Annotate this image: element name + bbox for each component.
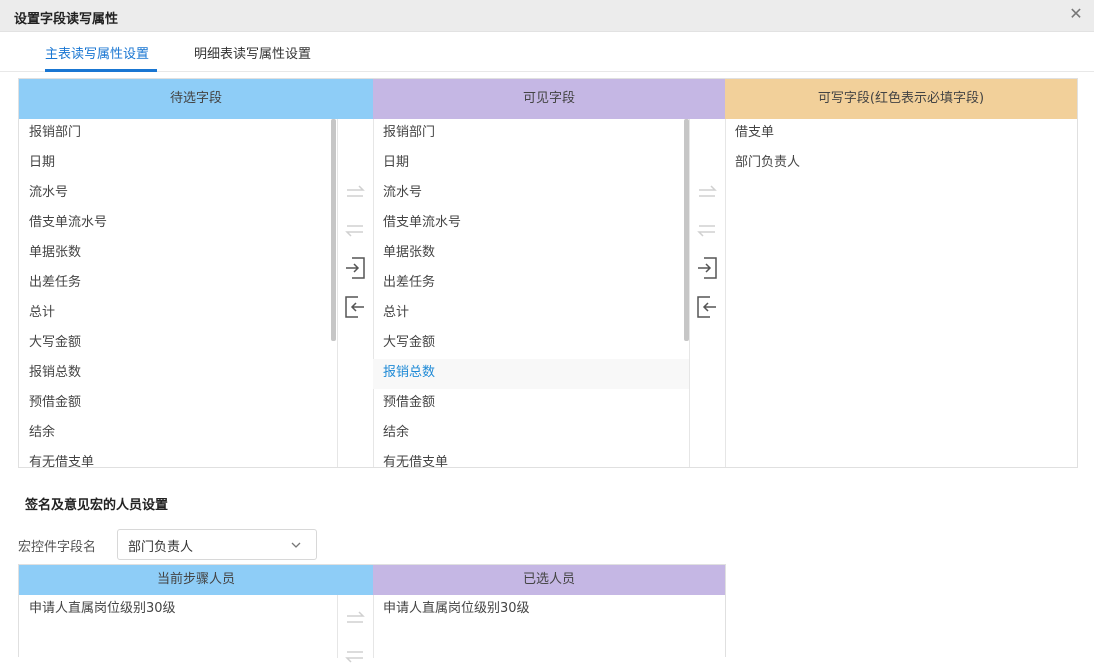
list-item[interactable]: 报销部门	[373, 119, 689, 149]
move-all-right-icon[interactable]	[343, 607, 367, 631]
dialog-titlebar: 设置字段读写属性 ✕	[0, 0, 1094, 32]
visible-fields-header: 可见字段	[373, 79, 725, 119]
visible-writable-transfer-buttons	[689, 119, 725, 467]
list-item[interactable]: 流水号	[19, 179, 337, 209]
fields-panel: 待选字段 可见字段 可写字段(红色表示必填字段) 报销部门 日期 流水号 借支单流水号…	[18, 78, 1078, 468]
current-step-people-list: 申请人直属岗位级别30级	[19, 595, 337, 658]
list-item[interactable]: 部门负责人	[725, 149, 1077, 179]
move-right-icon[interactable]	[343, 256, 367, 280]
list-item[interactable]: 日期	[373, 149, 689, 179]
move-left-icon[interactable]	[695, 295, 719, 319]
move-all-left-icon[interactable]	[695, 217, 719, 241]
move-all-left-icon[interactable]	[343, 217, 367, 241]
list-item[interactable]: 预借金额	[373, 389, 689, 419]
macro-field-value: 部门负责人	[128, 540, 194, 555]
close-icon[interactable]: ✕	[1066, 4, 1086, 24]
candidate-fields-list: 报销部门 日期 流水号 借支单流水号 单据张数 出差任务 总计 大写金额 报销总数 预借金额 结余有…	[19, 119, 337, 467]
list-item[interactable]: 出差任务	[373, 269, 689, 299]
writable-fields-header: 可写字段(红色表示必填字段)	[725, 79, 1077, 119]
list-item[interactable]: 申请人直属岗位级别30级	[373, 595, 725, 625]
tab-main-table[interactable]: 主表读写属性设置	[45, 43, 149, 62]
move-left-icon[interactable]	[343, 295, 367, 319]
list-item[interactable]: 日期	[19, 149, 337, 179]
people-panel: 当前步骤人员 已选人员 申请人直属岗位级别30级 申请人直属岗位级别30级	[18, 564, 726, 663]
list-item[interactable]: 报销部门	[19, 119, 337, 149]
dialog-title: 设置字段读写属性	[14, 12, 119, 27]
move-all-right-icon[interactable]	[695, 181, 719, 205]
list-item[interactable]: 报销总数	[373, 359, 689, 389]
list-item[interactable]: 结余	[373, 419, 689, 449]
candidate-visible-transfer-buttons	[337, 119, 373, 467]
selected-people-header: 已选人员	[373, 565, 725, 595]
move-right-icon[interactable]	[695, 256, 719, 280]
list-item[interactable]: 预借金额	[19, 389, 337, 419]
writable-fields-list: 借支单 部门负责人	[725, 119, 1077, 467]
list-item[interactable]: 单据张数	[373, 239, 689, 269]
selected-people-list: 申请人直属岗位级别30级	[373, 595, 725, 658]
candidate-fields-header: 待选字段	[19, 79, 373, 119]
list-item[interactable]: 申请人直属岗位级别30级	[19, 595, 337, 625]
list-item[interactable]: 结余	[19, 419, 337, 449]
move-all-left-icon[interactable]	[343, 643, 367, 667]
list-item[interactable]: 大写金额	[19, 329, 337, 359]
list-item[interactable]: 借支单流水号	[19, 209, 337, 239]
macro-field-select[interactable]: 部门负责人	[117, 529, 317, 560]
move-all-right-icon[interactable]	[343, 181, 367, 205]
list-item[interactable]: 总计	[373, 299, 689, 329]
people-transfer-buttons	[337, 595, 373, 663]
candidate-list-scrollbar[interactable]	[331, 119, 336, 341]
current-step-people-header: 当前步骤人员	[19, 565, 373, 595]
list-item[interactable]: 出差任务	[19, 269, 337, 299]
list-item[interactable]: 报销总数	[19, 359, 337, 389]
list-item[interactable]: 借支单流水号	[373, 209, 689, 239]
list-item[interactable]: 借支单	[725, 119, 1077, 149]
tab-bar: 主表读写属性设置 明细表读写属性设置	[0, 32, 1094, 72]
list-item[interactable]: 单据张数	[19, 239, 337, 269]
list-item[interactable]: 有无借支单	[19, 449, 337, 467]
active-tab-indicator	[45, 69, 157, 72]
list-item[interactable]: 大写金额	[373, 329, 689, 359]
list-item[interactable]: 流水号	[373, 179, 689, 209]
chevron-down-icon	[291, 542, 301, 548]
list-item[interactable]: 总计	[19, 299, 337, 329]
list-item[interactable]: 有无借支单	[373, 449, 689, 467]
visible-fields-list: 报销部门 日期 流水号 借支单流水号 单据张数 出差任务 总计 大写金额 报销总数 预借金额 结余有…	[373, 119, 689, 467]
tab-detail-table[interactable]: 明细表读写属性设置	[194, 43, 311, 62]
macro-field-label: 宏控件字段名	[18, 540, 97, 555]
signature-section-title: 签名及意见宏的人员设置	[25, 498, 169, 513]
